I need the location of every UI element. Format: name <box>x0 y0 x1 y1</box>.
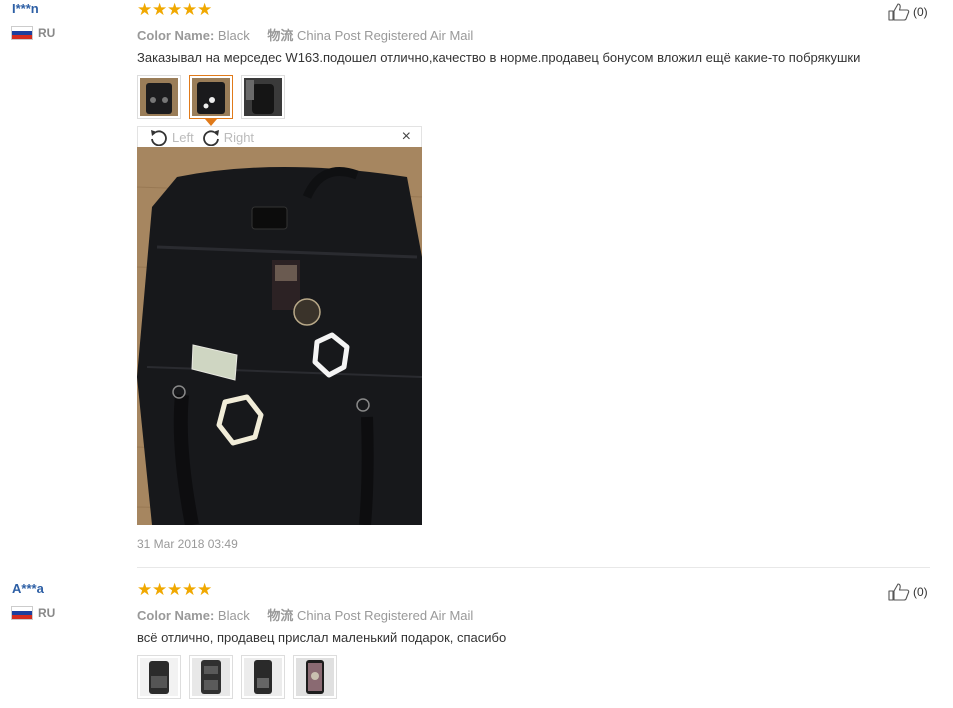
star-icon: ★ <box>152 580 168 599</box>
star-icon: ★ <box>197 0 213 19</box>
close-icon[interactable]: × <box>402 128 411 146</box>
seat-organizer-photo-icon <box>140 658 178 696</box>
thumbs-up-icon[interactable] <box>888 583 910 601</box>
review-thumbnail[interactable] <box>137 75 181 119</box>
shipping-label: 物流 <box>267 28 294 43</box>
star-icon: ★ <box>167 0 183 19</box>
review-thumbnail-selected[interactable] <box>189 75 233 126</box>
color-value: Black <box>217 608 250 623</box>
shipping-value: China Post Registered Air Mail <box>296 28 474 43</box>
review-text: Заказывал на мерседес W163.подошел отлич… <box>137 50 861 65</box>
image-viewer: Left Right × <box>137 126 422 525</box>
helpful-vote[interactable]: (0) <box>888 583 928 601</box>
review-text: всё отлично, продавец прислал маленький … <box>137 630 507 645</box>
viewer-toolbar: Left Right × <box>137 126 422 147</box>
star-icon: ★ <box>137 0 153 19</box>
review-thumbnails <box>137 75 285 126</box>
review-date: 31 Mar 2018 03:49 <box>137 537 238 551</box>
review-thumbnail[interactable] <box>293 655 337 699</box>
order-info: Color Name: Black 物流 China Post Register… <box>137 25 473 44</box>
color-value: Black <box>217 28 250 43</box>
review-thumbnail[interactable] <box>137 655 181 699</box>
shipping-value: China Post Registered Air Mail <box>296 608 474 623</box>
rotate-left-button[interactable]: Left <box>148 128 194 146</box>
review-thumbnail[interactable] <box>189 655 233 699</box>
shipping-label: 物流 <box>267 608 294 623</box>
seat-organizer-photo-icon <box>244 658 282 696</box>
color-label: Color Name: <box>137 28 215 43</box>
order-info: Color Name: Black 物流 China Post Register… <box>137 605 473 624</box>
reviewer-name[interactable]: A***a <box>12 580 55 598</box>
rotate-right-label: Right <box>223 129 255 145</box>
seat-organizer-photo-icon <box>296 658 334 696</box>
review-thumbnails <box>137 655 337 699</box>
car-seat-photo-icon <box>244 78 282 116</box>
rotate-right-button[interactable]: Right <box>200 128 254 146</box>
reviewer-info: I***n RU <box>12 0 55 40</box>
star-icon: ★ <box>182 0 198 19</box>
seat-organizer-photo-icon <box>192 658 230 696</box>
helpful-vote[interactable]: (0) <box>888 3 928 21</box>
star-icon: ★ <box>197 580 213 599</box>
russia-flag-icon <box>12 27 32 39</box>
review-photo <box>137 147 422 525</box>
seat-organizer-photo-icon <box>192 78 230 116</box>
review-thumbnail[interactable] <box>241 75 285 119</box>
reviewer-info: A***a RU <box>12 580 55 620</box>
helpful-count: (0) <box>913 5 928 19</box>
country-code: RU <box>38 606 56 620</box>
color-label: Color Name: <box>137 608 215 623</box>
reviewer-country: RU <box>12 606 55 620</box>
star-icon: ★ <box>137 580 153 599</box>
rotate-left-icon <box>151 130 167 146</box>
star-icon: ★ <box>167 580 183 599</box>
review-divider <box>137 567 930 568</box>
star-icon: ★ <box>152 0 168 19</box>
seat-organizer-photo-icon <box>140 78 178 116</box>
star-rating: ★ ★ ★ ★ ★ <box>137 1 212 19</box>
reviewer-country: RU <box>12 26 55 40</box>
review-thumbnail[interactable] <box>241 655 285 699</box>
star-icon: ★ <box>182 580 198 599</box>
star-rating: ★ ★ ★ ★ ★ <box>137 581 212 599</box>
thumbs-up-icon[interactable] <box>888 3 910 21</box>
reviewer-name[interactable]: I***n <box>12 0 55 18</box>
russia-flag-icon <box>12 607 32 619</box>
selected-caret <box>205 119 217 126</box>
helpful-count: (0) <box>913 585 928 599</box>
rotate-right-icon <box>202 130 219 146</box>
country-code: RU <box>38 26 56 40</box>
rotate-left-label: Left <box>172 129 194 145</box>
